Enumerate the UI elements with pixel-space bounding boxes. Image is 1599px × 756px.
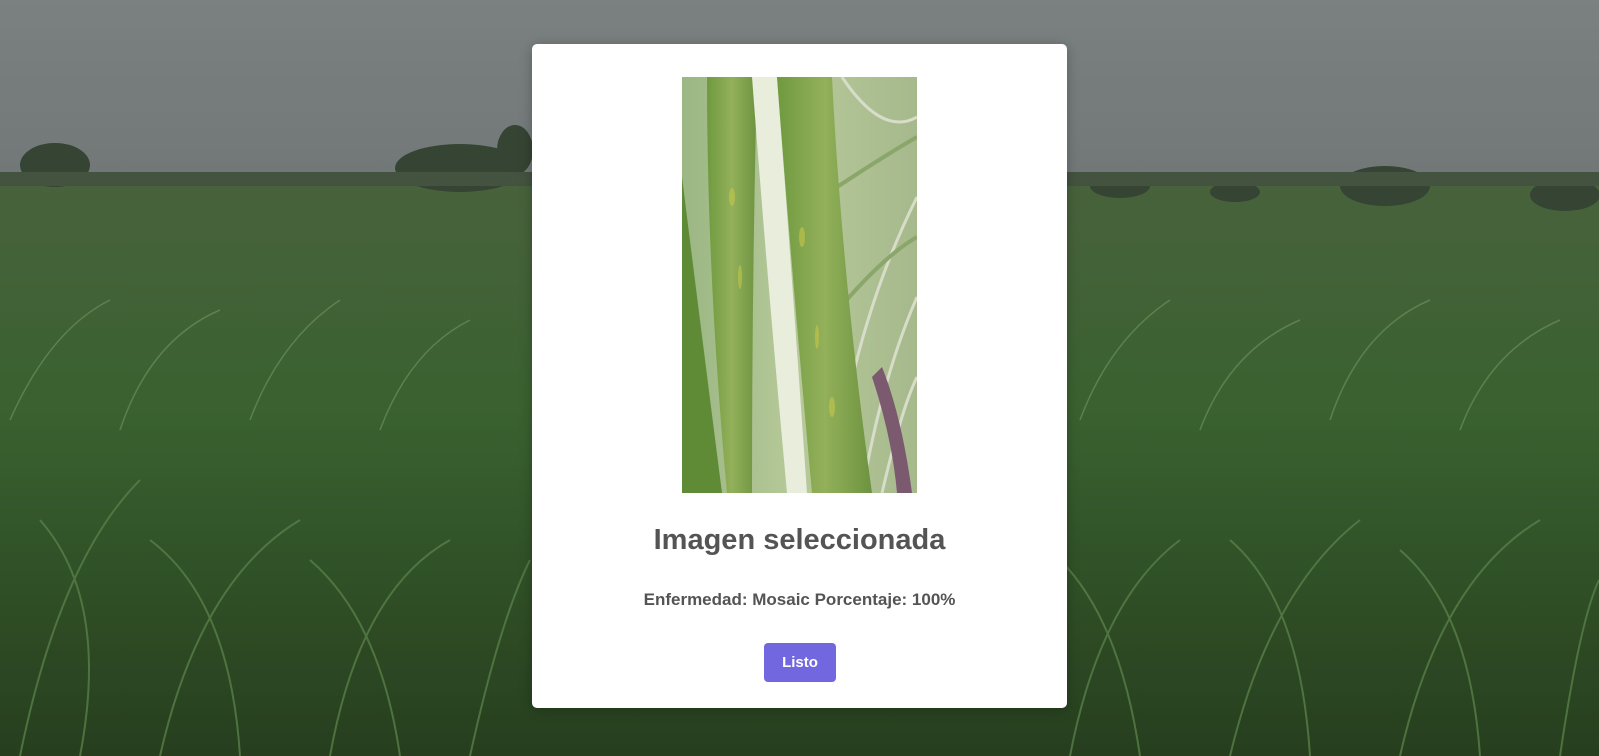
result-dialog: Imagen seleccionada Enfermedad: Mosaic P…: [532, 44, 1067, 708]
diagnosis-result-text: Enfermedad: Mosaic Porcentaje: 100%: [643, 590, 956, 609]
dialog-title: Imagen seleccionada: [653, 524, 946, 556]
selected-leaf-image: [682, 77, 917, 493]
confirm-button[interactable]: Listo: [764, 643, 836, 682]
leaf-photo: [682, 77, 917, 493]
